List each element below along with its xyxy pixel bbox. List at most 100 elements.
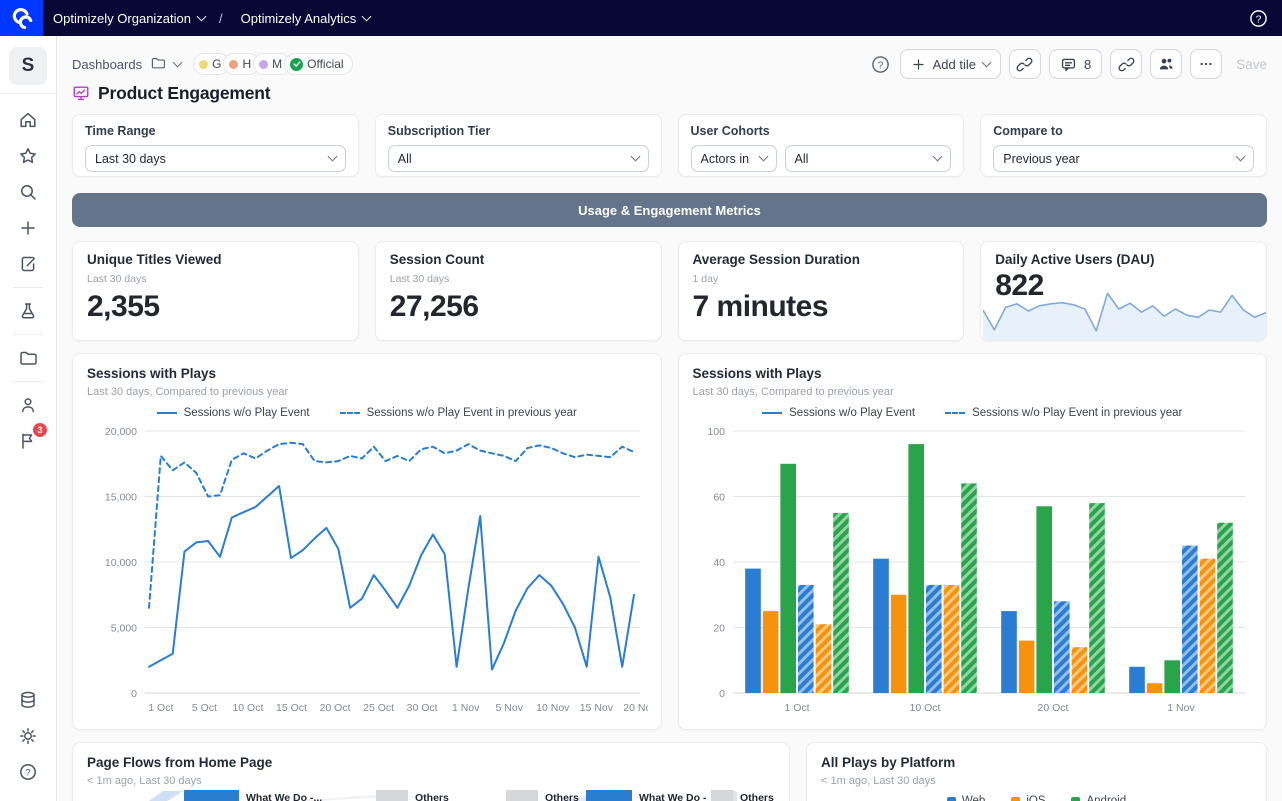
legend-item[interactable]: Sessions w/o Play Event (762, 407, 915, 419)
collaborator-color-dot (259, 60, 268, 69)
share-users-button[interactable] (1150, 49, 1182, 79)
toolbar-help-button[interactable]: ? (871, 55, 890, 74)
link-icon (1118, 56, 1135, 73)
official-badge[interactable]: Official (284, 53, 352, 75)
chevron-down-icon (1236, 152, 1246, 162)
add-tile-button[interactable]: Add tile (900, 49, 1001, 79)
product-switcher[interactable]: Optimizely Analytics (241, 11, 371, 26)
comments-button[interactable]: 8 (1049, 49, 1102, 79)
navbar-help-button[interactable]: ? (1249, 9, 1268, 28)
svg-text:15,000: 15,000 (105, 492, 137, 504)
star-icon (18, 146, 38, 166)
svg-text:15 Nov: 15 Nov (580, 702, 614, 714)
tile-page-flows: Page Flows from Home Page < 1m ago, Last… (72, 742, 790, 801)
legend-item-ios[interactable]: iOS (1011, 795, 1045, 801)
legend-item-android[interactable]: Android (1071, 795, 1126, 801)
svg-text:?: ? (877, 60, 883, 71)
kpi-value: 2,355 (87, 290, 344, 324)
sidebar-item-favorites[interactable] (11, 139, 45, 173)
optimizely-logo[interactable] (0, 0, 43, 36)
sidebar-item-flags[interactable]: 3 (11, 424, 45, 458)
optimizely-logo-icon (9, 5, 35, 31)
top-navbar: Optimizely Organization / Optimizely Ana… (0, 0, 1282, 36)
kpi-subtitle: Last 30 days (390, 273, 647, 285)
sidebar-item-help[interactable]: ? (11, 755, 45, 789)
user-cohorts-select[interactable]: Actors in (691, 145, 777, 172)
svg-text:20: 20 (713, 623, 725, 635)
svg-text:What We Do -...: What We Do -... (246, 792, 322, 801)
people-icon (1157, 55, 1175, 73)
page-title: Product Engagement (98, 83, 270, 104)
svg-text:Others: Others (415, 792, 449, 801)
comment-icon (1060, 56, 1077, 73)
filter-label: User Cohorts (691, 124, 952, 138)
home-icon (18, 110, 38, 130)
avatar[interactable]: S (9, 47, 47, 85)
user-cohorts-select[interactable]: All (785, 145, 952, 172)
sidebar-item-experiments[interactable] (11, 294, 45, 328)
tile-title: Sessions with Plays (87, 366, 647, 381)
collaborator-initial: H (242, 57, 251, 71)
svg-text:?: ? (1256, 14, 1262, 25)
sidebar-item-search[interactable] (11, 175, 45, 209)
svg-text:5 Nov: 5 Nov (496, 702, 524, 714)
svg-text:60: 60 (713, 492, 725, 504)
filter-label: Compare to (993, 124, 1254, 138)
notification-badge: 3 (33, 423, 47, 437)
collaborator-initial: G (212, 57, 221, 71)
svg-text:10,000: 10,000 (105, 557, 137, 569)
help-circle-icon: ? (1249, 9, 1268, 28)
sidebar-item-profile[interactable] (11, 388, 45, 422)
select-value: Last 30 days (95, 152, 166, 166)
tile-sessions-with-plays-line: Sessions with Plays Last 30 days, Compar… (72, 353, 662, 730)
sidebar-item-compose[interactable] (11, 247, 45, 281)
kpi-value: 27,256 (390, 290, 647, 324)
legend-item[interactable]: Sessions w/o Play Event in previous year (945, 407, 1182, 419)
legend-color-swatch (947, 797, 956, 801)
sidebar-item-projects[interactable] (11, 341, 45, 375)
compare-to-select[interactable]: Previous year (993, 145, 1254, 172)
more-options-button[interactable] (1190, 49, 1222, 79)
legend-color-swatch (1011, 797, 1020, 801)
breadcrumb-dashboards-link[interactable]: Dashboards (72, 57, 142, 72)
kpi-title: Session Count (390, 252, 647, 267)
legend-item[interactable]: Sessions w/o Play Event (157, 407, 310, 419)
share-link-button[interactable] (1110, 49, 1142, 79)
legend-item-web[interactable]: Web (947, 795, 985, 801)
solid-line-swatch (157, 412, 177, 414)
tile-sessions-with-plays-bars: Sessions with Plays Last 30 days, Compar… (678, 353, 1268, 730)
sidebar-item-settings[interactable] (11, 719, 45, 753)
filters-row: Time RangeLast 30 daysSubscription TierA… (72, 114, 1267, 177)
line-chart[interactable]: 05,00010,00015,00020,0001 Oct5 Oct10 Oct… (87, 421, 648, 719)
sidebar-item-data[interactable] (11, 683, 45, 717)
svg-text:20,000: 20,000 (105, 426, 137, 438)
chevron-down-icon (933, 152, 943, 162)
legend-item[interactable]: Sessions w/o Play Event in previous year (340, 407, 577, 419)
tile-title: Sessions with Plays (693, 366, 1253, 381)
kpi-card-session-count: Session Count Last 30 days 27,256 (375, 241, 662, 341)
kpi-subtitle: Last 30 days (87, 273, 344, 285)
svg-text:20 Oct: 20 Oct (320, 702, 351, 714)
time-range-select[interactable]: Last 30 days (85, 145, 346, 172)
main-content: Dashboards GHMOfficial ? Add tile (57, 36, 1282, 801)
copy-link-button[interactable] (1009, 49, 1041, 79)
sidebar-item-home[interactable] (11, 103, 45, 137)
sankey-chart[interactable]: What We Do -...OthersOthersWhat We Do - … (87, 790, 777, 801)
svg-text:25 Oct: 25 Oct (363, 702, 394, 714)
dashed-line-swatch (945, 412, 965, 414)
sidebar-item-create[interactable] (11, 211, 45, 245)
breadcrumb-separator: / (219, 11, 223, 26)
folder-icon (150, 55, 166, 71)
select-value: All (398, 152, 412, 166)
link-icon (1016, 56, 1033, 73)
save-button[interactable]: Save (1236, 57, 1267, 72)
collaborator-color-dot (229, 60, 238, 69)
kpi-title: Average Session Duration (693, 252, 950, 267)
svg-text:1 Oct: 1 Oct (784, 702, 809, 714)
bar-chart[interactable]: 02040601001 Oct10 Oct20 Oct1 Nov (693, 421, 1254, 719)
org-switcher[interactable]: Optimizely Organization (53, 11, 205, 26)
folder-picker-button[interactable] (150, 55, 166, 74)
chevron-down-icon[interactable] (173, 57, 183, 67)
add-tile-label: Add tile (933, 57, 976, 72)
subscription-tier-select[interactable]: All (388, 145, 649, 172)
